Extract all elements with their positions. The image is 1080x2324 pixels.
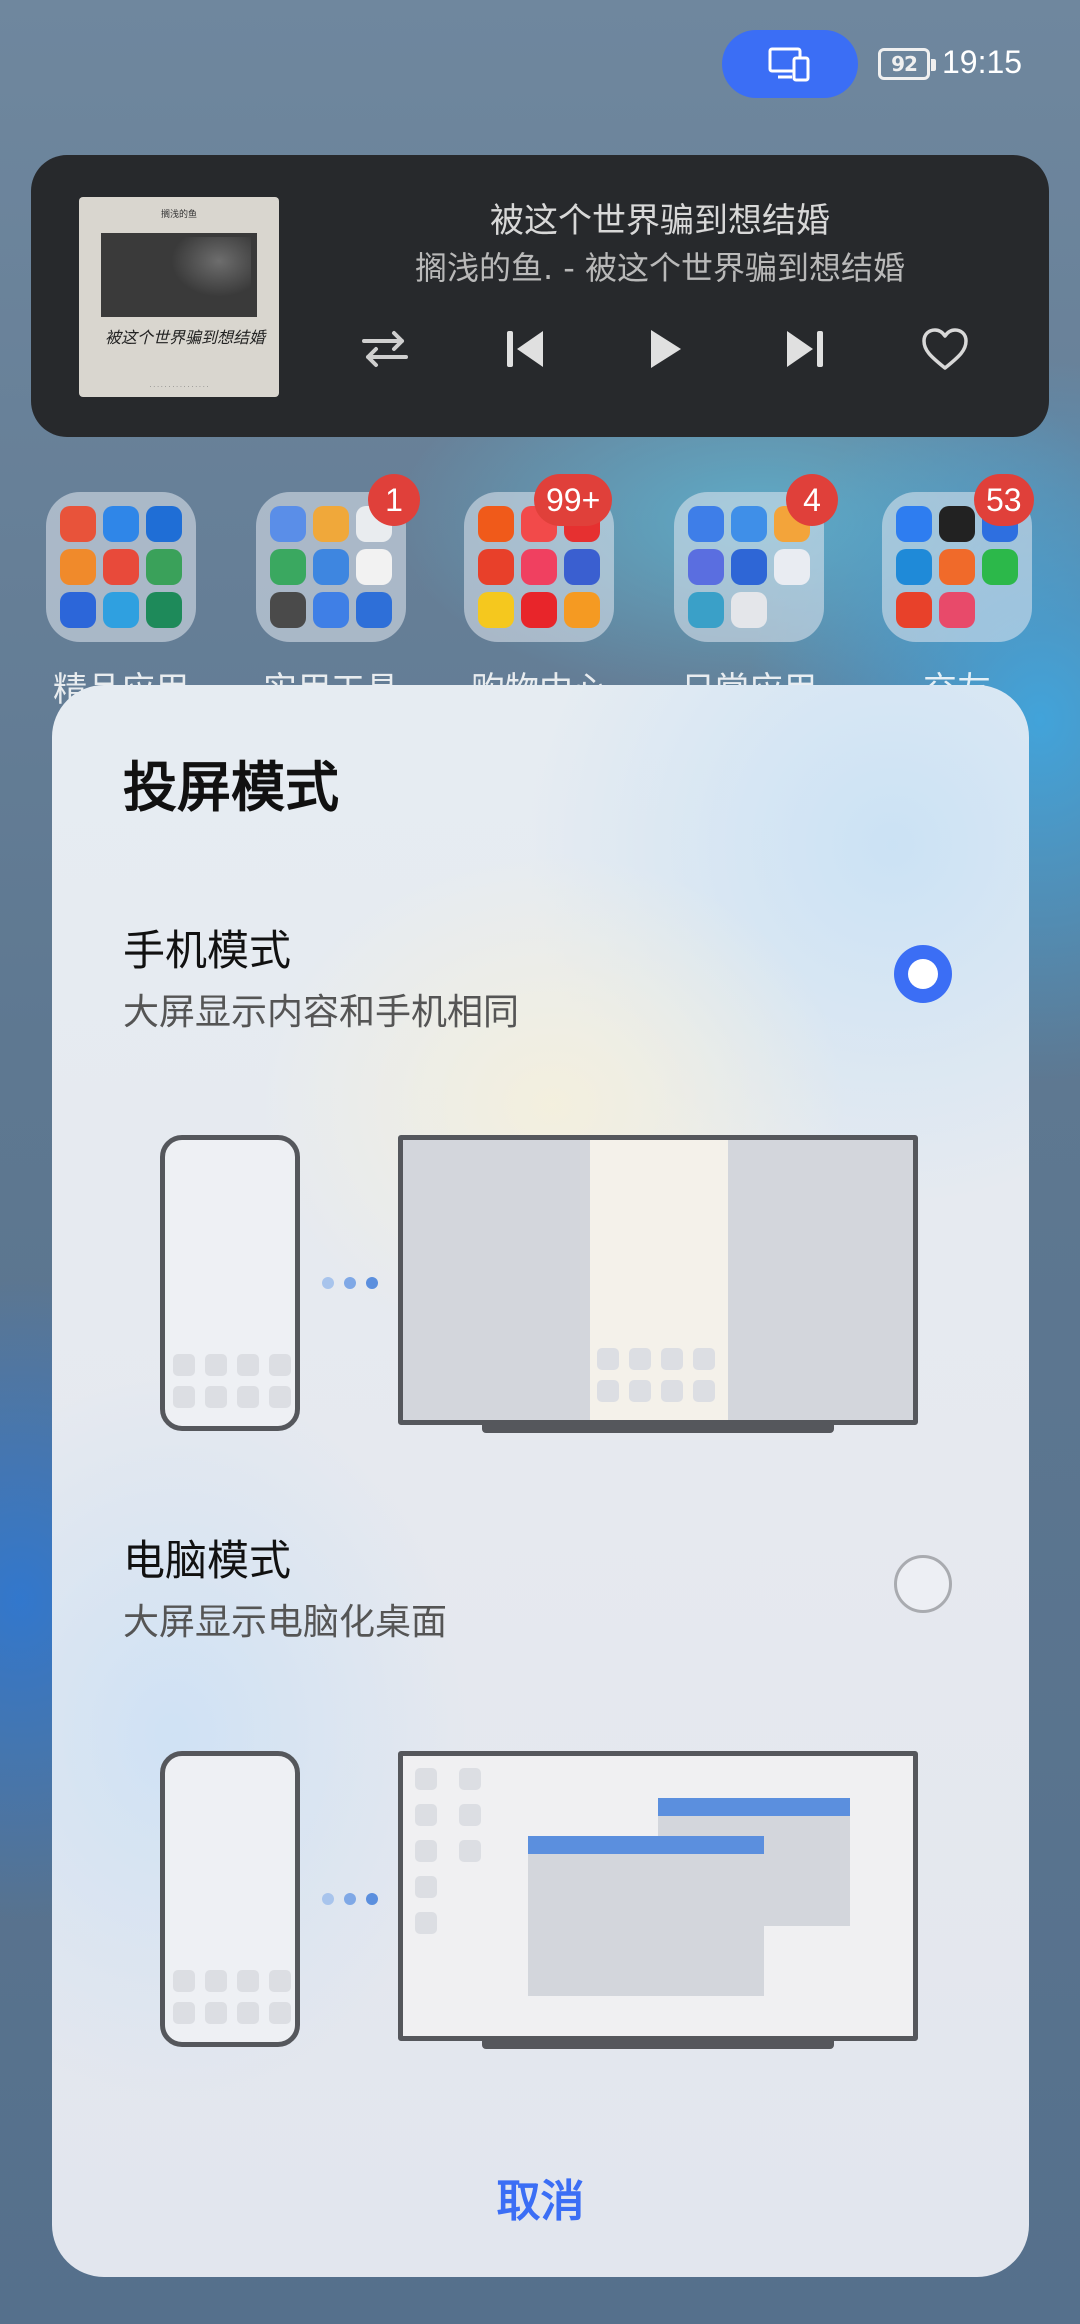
next-icon <box>787 331 823 367</box>
phone-mode-illustration <box>160 1135 932 1445</box>
play-icon <box>651 330 681 368</box>
battery-level: 92 <box>891 52 918 76</box>
music-player-card[interactable]: 搁浅的鱼 被这个世界骗到想结婚 · · · · · · · · · · · · … <box>31 155 1049 437</box>
screen-cast-icon <box>768 47 810 82</box>
notification-badge: 53 <box>974 474 1034 526</box>
notification-badge: 1 <box>368 474 420 526</box>
previous-button[interactable] <box>495 319 555 379</box>
tv-stand <box>482 1425 834 1433</box>
phone-graphic <box>160 1135 300 1431</box>
album-art-handwriting: 被这个世界骗到想结婚 <box>105 328 266 347</box>
connection-dots <box>322 1893 378 1905</box>
notification-badge: 4 <box>786 474 838 526</box>
sheet-title: 投屏模式 <box>123 756 339 819</box>
tv-graphic <box>398 1135 918 1425</box>
previous-icon <box>507 331 543 367</box>
clock: 19:15 <box>942 44 1023 80</box>
song-title: 被这个世界骗到想结婚 <box>490 201 830 241</box>
computer-mode-radio[interactable] <box>894 1555 952 1613</box>
tv-stand <box>482 2041 834 2049</box>
option-title: 电脑模式 <box>123 1536 292 1585</box>
computer-mode-illustration <box>160 1751 932 2061</box>
notification-badge: 99+ <box>534 474 613 526</box>
favorite-button[interactable] <box>915 319 975 379</box>
connection-dots <box>322 1277 378 1289</box>
option-description: 大屏显示电脑化桌面 <box>123 1602 448 1643</box>
projection-mode-sheet: 投屏模式 手机模式 大屏显示内容和手机相同 电脑模式 大屏显示电脑化桌面 取消 <box>52 685 1029 2277</box>
desktop-graphic <box>398 1751 918 2041</box>
cancel-button[interactable]: 取消 <box>52 2165 1029 2229</box>
screen-cast-indicator[interactable] <box>722 30 858 98</box>
folder-featured-apps[interactable] <box>46 492 196 642</box>
song-artist: 搁浅的鱼. - 被这个世界骗到想结婚 <box>414 249 906 287</box>
heart-icon <box>922 328 968 370</box>
next-button[interactable] <box>775 319 835 379</box>
album-art[interactable]: 搁浅的鱼 被这个世界骗到想结婚 · · · · · · · · · · · · … <box>79 197 279 397</box>
option-description: 大屏显示内容和手机相同 <box>123 992 520 1033</box>
status-bar: 92 19:15 <box>0 0 1080 130</box>
window-front <box>528 1836 764 1996</box>
repeat-icon <box>362 331 408 367</box>
phone-mode-radio[interactable] <box>894 945 952 1003</box>
battery-indicator: 92 <box>878 48 936 80</box>
repeat-button[interactable] <box>355 319 415 379</box>
option-title: 手机模式 <box>123 926 292 975</box>
phone-graphic <box>160 1751 300 2047</box>
play-button[interactable] <box>635 319 695 379</box>
